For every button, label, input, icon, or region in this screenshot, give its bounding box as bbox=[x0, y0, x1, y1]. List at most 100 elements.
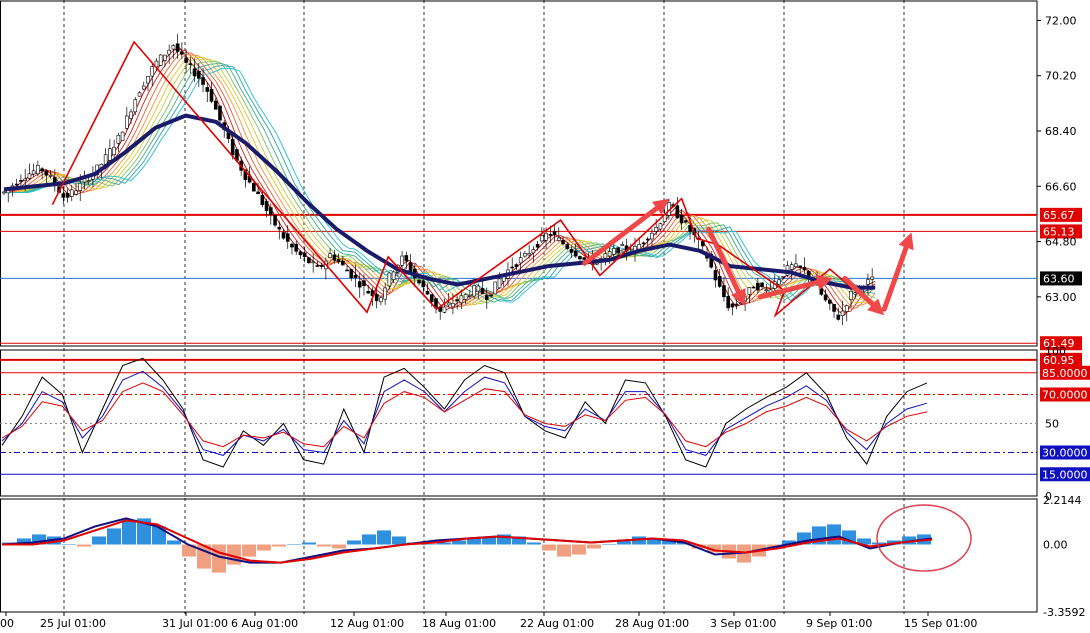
candle-body bbox=[332, 254, 337, 261]
candle-body bbox=[684, 220, 688, 223]
macd-histogram-bar bbox=[107, 528, 121, 545]
candle-body bbox=[836, 314, 841, 320]
candle-body bbox=[391, 271, 396, 280]
macd-histogram-bar bbox=[347, 540, 361, 545]
candle-body bbox=[180, 51, 184, 55]
candle-body bbox=[832, 303, 836, 312]
time-tick-label: 25 Jul 01:00 bbox=[40, 617, 106, 630]
macd-histogram-bar bbox=[542, 544, 556, 551]
candle-body bbox=[201, 77, 205, 85]
candle-body bbox=[235, 149, 239, 161]
macd-histogram-bar bbox=[392, 536, 406, 545]
candle-body bbox=[556, 237, 561, 241]
time-tick-label: 12 Aug 01:00 bbox=[330, 617, 404, 630]
candle-body bbox=[425, 291, 430, 295]
candle-body bbox=[840, 310, 845, 317]
macd-histogram-bar bbox=[572, 544, 586, 555]
time-tick-label: 22 Aug 01:00 bbox=[520, 617, 594, 630]
candle-body bbox=[362, 280, 366, 287]
candle-body bbox=[192, 68, 197, 77]
candle-body bbox=[366, 291, 371, 294]
macd-histogram-bar bbox=[287, 544, 301, 545]
candle-body bbox=[2, 191, 6, 194]
chart-canvas[interactable]: 65.6765.1361.4960.9563.6072.0070.2068.40… bbox=[0, 0, 1090, 630]
candle-body bbox=[252, 183, 256, 192]
candle-body bbox=[726, 296, 730, 309]
candle-body bbox=[150, 66, 155, 77]
macd-histogram-bar bbox=[77, 544, 91, 547]
candle-body bbox=[74, 190, 78, 195]
candle-body bbox=[65, 192, 70, 198]
candle-body bbox=[311, 261, 315, 264]
candle-body bbox=[658, 223, 663, 230]
candle-body bbox=[650, 232, 654, 240]
candle-body bbox=[844, 305, 849, 312]
candle-body bbox=[518, 257, 523, 264]
price-tick-label: 66.60 bbox=[1045, 180, 1077, 193]
candle-body bbox=[603, 253, 608, 259]
candle-body bbox=[535, 243, 540, 248]
candle-body bbox=[264, 200, 269, 211]
candle-body bbox=[679, 215, 684, 224]
candle-body bbox=[514, 264, 519, 267]
candle-body bbox=[315, 265, 320, 267]
candle-body bbox=[523, 252, 527, 257]
candle-body bbox=[476, 285, 481, 292]
candle-body bbox=[112, 146, 116, 155]
time-tick-label: 6 Aug 01:00 bbox=[231, 617, 298, 630]
candle-body bbox=[451, 302, 455, 308]
candle-body bbox=[484, 295, 489, 300]
candle-body bbox=[379, 297, 383, 303]
candle-body bbox=[747, 287, 752, 295]
candle-body bbox=[167, 49, 171, 55]
candle-body bbox=[722, 285, 726, 298]
candle-body bbox=[19, 180, 23, 182]
candle-body bbox=[103, 154, 108, 165]
price-tick-label: 64.80 bbox=[1045, 236, 1077, 249]
candle-body bbox=[78, 182, 83, 191]
candle-body bbox=[637, 244, 642, 250]
candle-body bbox=[756, 282, 760, 291]
candle-body bbox=[442, 306, 447, 313]
candle-body bbox=[573, 250, 578, 257]
candle-body bbox=[459, 295, 464, 304]
candle-body bbox=[213, 100, 218, 110]
candle-body bbox=[764, 289, 769, 292]
trading-chart[interactable]: 65.67 65.13 61.49 60.95 63.60 72.00 70.20 68.40… bbox=[0, 0, 1090, 630]
candle-body bbox=[548, 234, 553, 236]
candle-body bbox=[713, 270, 718, 281]
candle-body bbox=[582, 257, 586, 260]
time-tick-label: 3 Sep 01:00 bbox=[710, 617, 776, 630]
candle-body bbox=[853, 292, 858, 295]
candle-body bbox=[146, 76, 150, 84]
candle-body bbox=[480, 288, 485, 294]
candle-body bbox=[188, 63, 193, 65]
stoch-tick-label: 50 bbox=[1045, 418, 1059, 431]
candle-body bbox=[620, 244, 625, 246]
candle-body bbox=[612, 248, 616, 255]
candle-body bbox=[61, 193, 66, 198]
candle-body bbox=[27, 173, 32, 179]
candle-body bbox=[48, 175, 53, 177]
current-price-label: 63.60 bbox=[1043, 272, 1075, 285]
candle-body bbox=[408, 262, 413, 273]
macd-histogram-bar bbox=[827, 524, 841, 545]
candle-body bbox=[133, 99, 138, 113]
stoch-level-label: 85.0000 bbox=[1042, 367, 1088, 380]
candle-body bbox=[468, 295, 472, 297]
candle-body bbox=[273, 215, 277, 226]
candle-body bbox=[205, 87, 210, 92]
candle-body bbox=[472, 285, 476, 297]
time-tick-label: 31 Jul 01:00 bbox=[162, 617, 228, 630]
candle-body bbox=[137, 92, 142, 97]
candle-body bbox=[544, 232, 548, 241]
candle-body bbox=[421, 280, 426, 288]
candle-body bbox=[760, 282, 764, 287]
time-tick-label: 15 Sep 01:00 bbox=[904, 617, 977, 630]
candle-body bbox=[569, 249, 574, 253]
candle-body bbox=[578, 256, 582, 260]
candle-body bbox=[44, 170, 49, 176]
stoch-level-label: 30.0000 bbox=[1042, 447, 1088, 460]
candle-body bbox=[717, 276, 722, 287]
candle-body bbox=[374, 293, 379, 302]
